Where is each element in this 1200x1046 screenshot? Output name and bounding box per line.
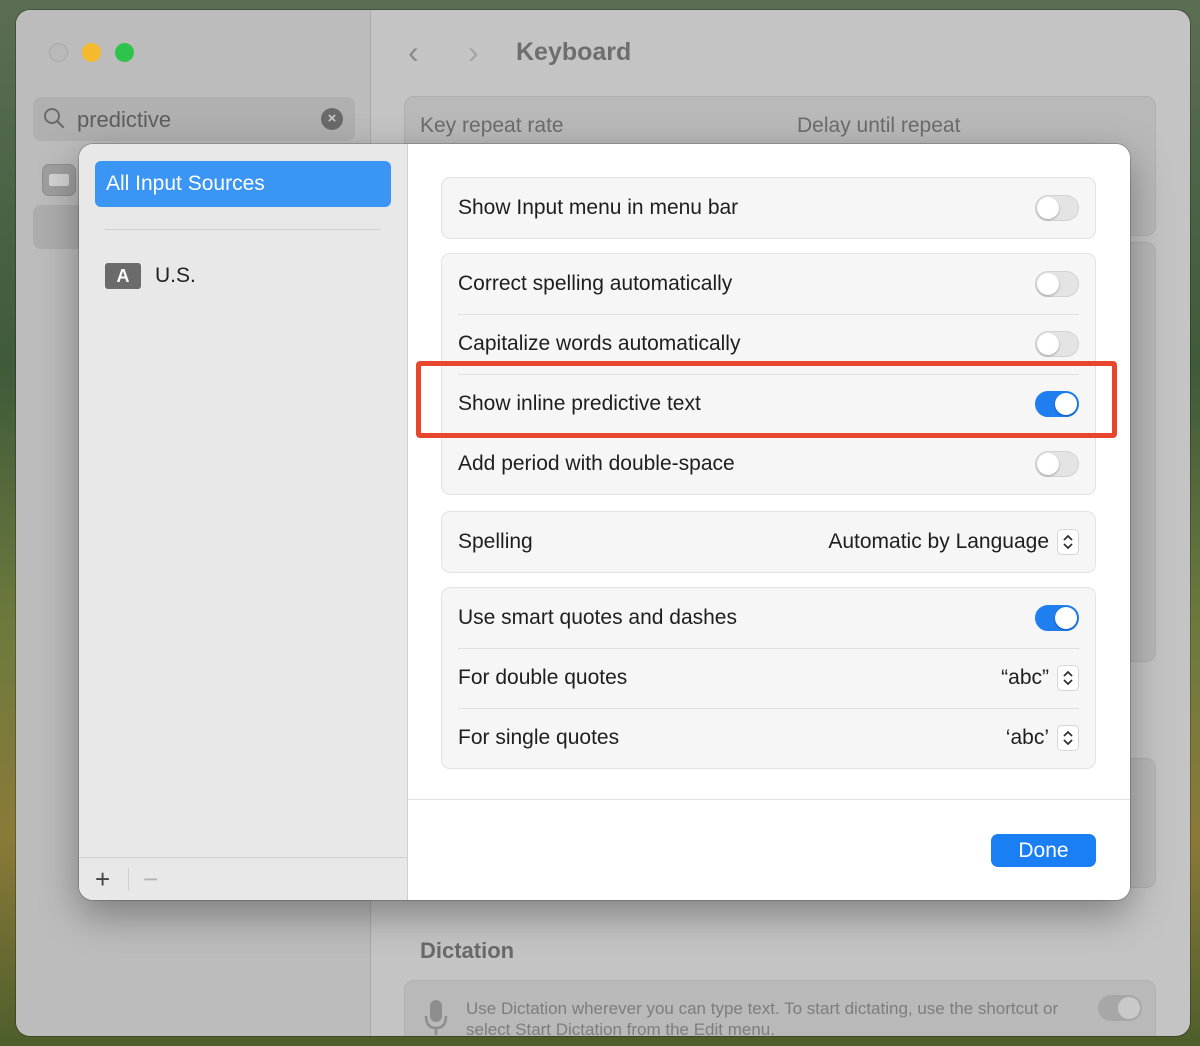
- input-sources-settings: Show Input menu in menu bar Correct spel…: [408, 144, 1130, 900]
- input-source-label: U.S.: [155, 264, 196, 287]
- sidebar-item-all-input-sources[interactable]: All Input Sources: [95, 161, 391, 207]
- spelling-row: Spelling Automatic by Language: [442, 512, 1095, 572]
- smart-quotes-row: Use smart quotes and dashes: [442, 588, 1095, 648]
- capitalize-words-label: Capitalize words automatically: [458, 332, 741, 355]
- settings-search-field[interactable]: predictive ×: [33, 97, 355, 141]
- input-source-badge: A: [105, 263, 141, 289]
- single-quotes-popup[interactable]: ‘abc’: [1006, 725, 1079, 751]
- show-input-menu-toggle[interactable]: [1035, 195, 1079, 221]
- spelling-group: Spelling Automatic by Language: [441, 511, 1096, 573]
- sidebar-footer: + −: [79, 857, 407, 900]
- page-title: Keyboard: [516, 38, 632, 66]
- correct-spelling-row: Correct spelling automatically: [442, 254, 1095, 314]
- close-window-button[interactable]: [49, 43, 68, 62]
- double-space-period-row: Add period with double-space: [442, 434, 1095, 494]
- chevron-up-down-icon: [1057, 725, 1079, 751]
- chevron-up-down-icon: [1057, 529, 1079, 555]
- input-sources-sheet: All Input Sources A U.S. + − Show Input …: [79, 144, 1130, 900]
- correct-spelling-toggle[interactable]: [1035, 271, 1079, 297]
- inline-predictive-label: Show inline predictive text: [458, 392, 701, 415]
- auto-correction-group: Correct spelling automatically Capitaliz…: [441, 253, 1096, 495]
- zoom-window-button[interactable]: [115, 43, 134, 62]
- sidebar-divider: [105, 229, 381, 230]
- capitalize-words-toggle[interactable]: [1035, 331, 1079, 357]
- single-quotes-label: For single quotes: [458, 726, 620, 749]
- smart-quotes-group: Use smart quotes and dashes For double q…: [441, 587, 1096, 769]
- key-repeat-label: Key repeat rate: [420, 114, 564, 137]
- delay-label: Delay until repeat: [797, 114, 961, 137]
- single-quotes-value: ‘abc’: [1005, 726, 1049, 749]
- chevron-up-down-icon: [1057, 665, 1079, 691]
- remove-input-source-button[interactable]: −: [143, 864, 158, 895]
- double-quotes-value: “abc”: [1001, 666, 1049, 689]
- double-quotes-row: For double quotes “abc”: [442, 648, 1095, 708]
- input-menu-group: Show Input menu in menu bar: [441, 177, 1096, 239]
- clear-search-icon[interactable]: ×: [321, 108, 343, 130]
- correct-spelling-label: Correct spelling automatically: [458, 272, 733, 295]
- smart-quotes-toggle[interactable]: [1035, 605, 1079, 631]
- spelling-popup[interactable]: Automatic by Language: [828, 529, 1079, 555]
- dictation-toggle[interactable]: [1098, 995, 1142, 1021]
- done-button[interactable]: Done: [991, 834, 1096, 867]
- search-icon: [44, 108, 65, 129]
- capitalize-words-row: Capitalize words automatically: [442, 314, 1095, 374]
- minimize-window-button[interactable]: [82, 43, 101, 62]
- inline-predictive-toggle[interactable]: [1035, 391, 1079, 417]
- show-input-menu-row: Show Input menu in menu bar: [442, 178, 1095, 238]
- show-input-menu-label: Show Input menu in menu bar: [458, 196, 739, 219]
- sidebar-item-us[interactable]: A U.S.: [105, 262, 196, 290]
- footer-separator: [128, 868, 129, 891]
- dictation-heading: Dictation: [420, 938, 515, 963]
- input-sources-sidebar: All Input Sources A U.S. + −: [79, 144, 408, 900]
- double-space-period-label: Add period with double-space: [458, 452, 735, 475]
- spelling-value: Automatic by Language: [828, 530, 1049, 553]
- inline-predictive-row: Show inline predictive text: [442, 374, 1095, 434]
- double-quotes-label: For double quotes: [458, 666, 628, 689]
- dictation-description: Use Dictation wherever you can type text…: [466, 999, 1059, 1036]
- smart-quotes-label: Use smart quotes and dashes: [458, 606, 737, 629]
- search-value: predictive: [77, 107, 172, 132]
- keyboard-icon: [42, 164, 76, 196]
- add-input-source-button[interactable]: +: [95, 864, 110, 895]
- sheet-footer-divider: [408, 799, 1130, 800]
- spelling-label: Spelling: [458, 530, 533, 553]
- back-chevron-icon[interactable]: ‹: [408, 34, 419, 71]
- double-quotes-popup[interactable]: “abc”: [1001, 665, 1079, 691]
- double-space-period-toggle[interactable]: [1035, 451, 1079, 477]
- single-quotes-row: For single quotes ‘abc’: [442, 708, 1095, 768]
- microphone-icon: [424, 1000, 448, 1035]
- forward-chevron-icon[interactable]: ›: [468, 34, 479, 71]
